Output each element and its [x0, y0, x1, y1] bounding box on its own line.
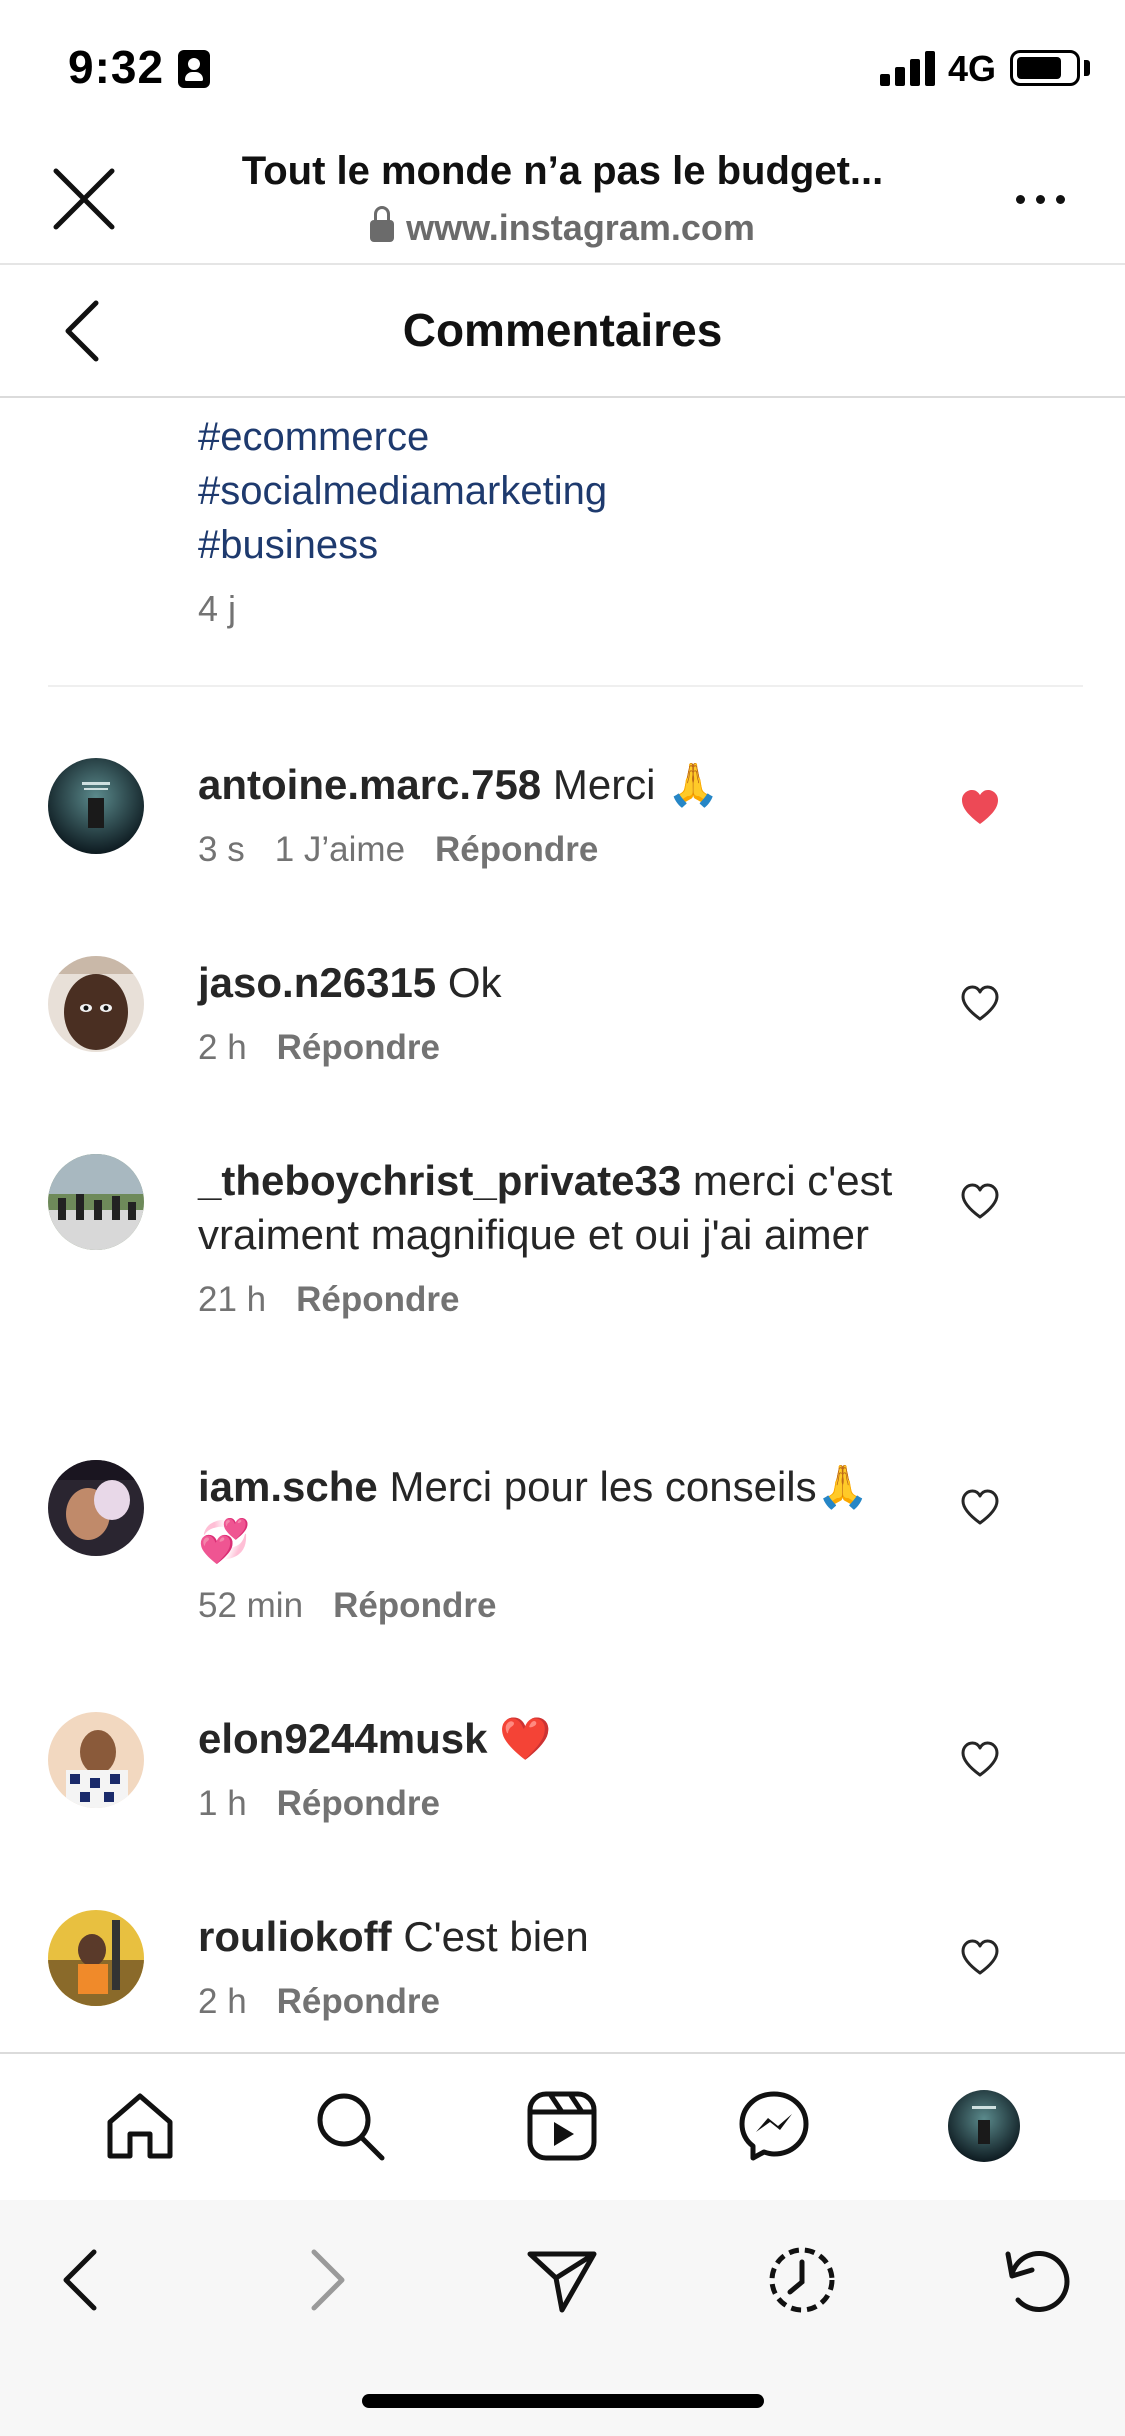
caption-time: 4 j [198, 588, 237, 629]
comment-time: 3 s [198, 830, 245, 869]
caption-hashtags: #ecommerce #socialmediamarketing #busine… [198, 410, 607, 572]
comment-meta: 2 h Répondre [198, 1980, 918, 2024]
messenger-icon[interactable] [734, 2086, 814, 2166]
comment-body: antoine.marc.758 Merci 🙏 3 s 1 J’aime Répo… [198, 758, 918, 872]
comment-text: C'est bien [403, 1913, 589, 1960]
url-text: www.instagram.com [406, 207, 755, 248]
hashtag-link[interactable]: #ecommerce [198, 410, 607, 464]
reply-button[interactable]: Répondre [277, 1028, 440, 1067]
page-title: Tout le monde n’a pas le budget... [241, 149, 884, 193]
reply-button[interactable]: Répondre [277, 1982, 440, 2021]
comment-body: rouliokoff C'est bien 2 h Répondre [198, 1910, 918, 2024]
heart-outline-icon[interactable] [960, 1938, 1000, 1978]
page-heading: Commentaires [402, 304, 723, 356]
home-indicator[interactable] [362, 2394, 764, 2408]
comment-meta: 52 min Répondre [198, 1584, 918, 1628]
heart-filled-icon[interactable] [960, 788, 1000, 828]
network-label: 4G [948, 48, 997, 89]
comments-header: Commentaires [0, 265, 1125, 398]
hashtag-link[interactable]: #socialmediamarketing [198, 464, 607, 518]
history-icon[interactable] [762, 2240, 842, 2320]
back-icon[interactable] [44, 2240, 124, 2320]
hashtag-link[interactable]: #business [198, 518, 607, 572]
heart-outline-icon[interactable] [960, 1182, 1000, 1222]
reels-icon[interactable] [522, 2086, 602, 2166]
heart-outline-icon[interactable] [960, 984, 1000, 1024]
comment-username[interactable]: elon9244musk [198, 1715, 488, 1762]
comment-body: iam.sche Merci pour les conseils🙏💞 52 mi… [198, 1460, 918, 1628]
comment-body: _theboychrist_private33 merci c'est vrai… [198, 1154, 918, 1322]
comment-likes[interactable]: 1 J’aime [275, 830, 405, 869]
comment-time: 52 min [198, 1586, 304, 1625]
more-options-icon[interactable] [1010, 185, 1070, 215]
avatar[interactable] [48, 1154, 144, 1250]
comment-text: Ok [447, 959, 502, 1006]
forward-icon[interactable] [284, 2240, 364, 2320]
comment-meta: 2 h Répondre [198, 1026, 918, 1070]
comment-meta: 3 s 1 J’aime Répondre [198, 828, 918, 872]
comment-meta: 21 h Répondre [198, 1278, 918, 1322]
reply-button[interactable]: Répondre [333, 1586, 496, 1625]
share-icon[interactable] [522, 2240, 602, 2320]
divider [48, 685, 1083, 687]
contact-card-icon [178, 50, 210, 88]
avatar[interactable] [48, 956, 144, 1052]
comment-meta: 1 h Répondre [198, 1782, 918, 1826]
reply-button[interactable]: Répondre [277, 1784, 440, 1823]
signal-icon [880, 50, 936, 86]
status-bar: 9:32 4G [0, 0, 1125, 135]
comment-time: 1 h [198, 1784, 247, 1823]
reply-button[interactable]: Répondre [435, 830, 598, 869]
heart-outline-icon[interactable] [960, 1488, 1000, 1528]
status-time: 9:32 [68, 41, 165, 93]
avatar[interactable] [48, 758, 144, 854]
comment-time: 2 h [198, 1982, 247, 2021]
comment-username[interactable]: antoine.marc.758 [198, 761, 541, 808]
url-display[interactable]: www.instagram.com [180, 206, 945, 249]
comment-text: Merci 🙏 [552, 761, 720, 808]
battery-cap [1084, 60, 1090, 76]
browser-header: Tout le monde n’a pas le budget... www.i… [0, 135, 1125, 265]
instagram-bottom-nav [0, 2052, 1125, 2200]
comment-time: 2 h [198, 1028, 247, 1067]
heart-outline-icon[interactable] [960, 1740, 1000, 1780]
close-icon[interactable] [48, 163, 120, 235]
comment-body: elon9244musk ❤️ 1 h Répondre [198, 1712, 918, 1826]
avatar[interactable] [48, 1712, 144, 1808]
comment-username[interactable]: jaso.n26315 [198, 959, 436, 1006]
lock-icon [370, 206, 395, 242]
comment-username[interactable]: iam.sche [198, 1463, 378, 1510]
battery-icon [1010, 50, 1080, 86]
comment-username[interactable]: _theboychrist_private33 [198, 1157, 681, 1204]
profile-avatar[interactable] [948, 2090, 1020, 2162]
comment-username[interactable]: rouliokoff [198, 1913, 392, 1960]
comment-time: 21 h [198, 1280, 267, 1319]
avatar[interactable] [48, 1460, 144, 1556]
reply-button[interactable]: Répondre [296, 1280, 459, 1319]
home-icon[interactable] [100, 2086, 180, 2166]
comment-text: ❤️ [499, 1715, 552, 1762]
reload-icon[interactable] [998, 2240, 1078, 2320]
avatar[interactable] [48, 1910, 144, 2006]
comment-body: jaso.n26315 Ok 2 h Répondre [198, 956, 918, 1070]
search-icon[interactable] [310, 2086, 390, 2166]
